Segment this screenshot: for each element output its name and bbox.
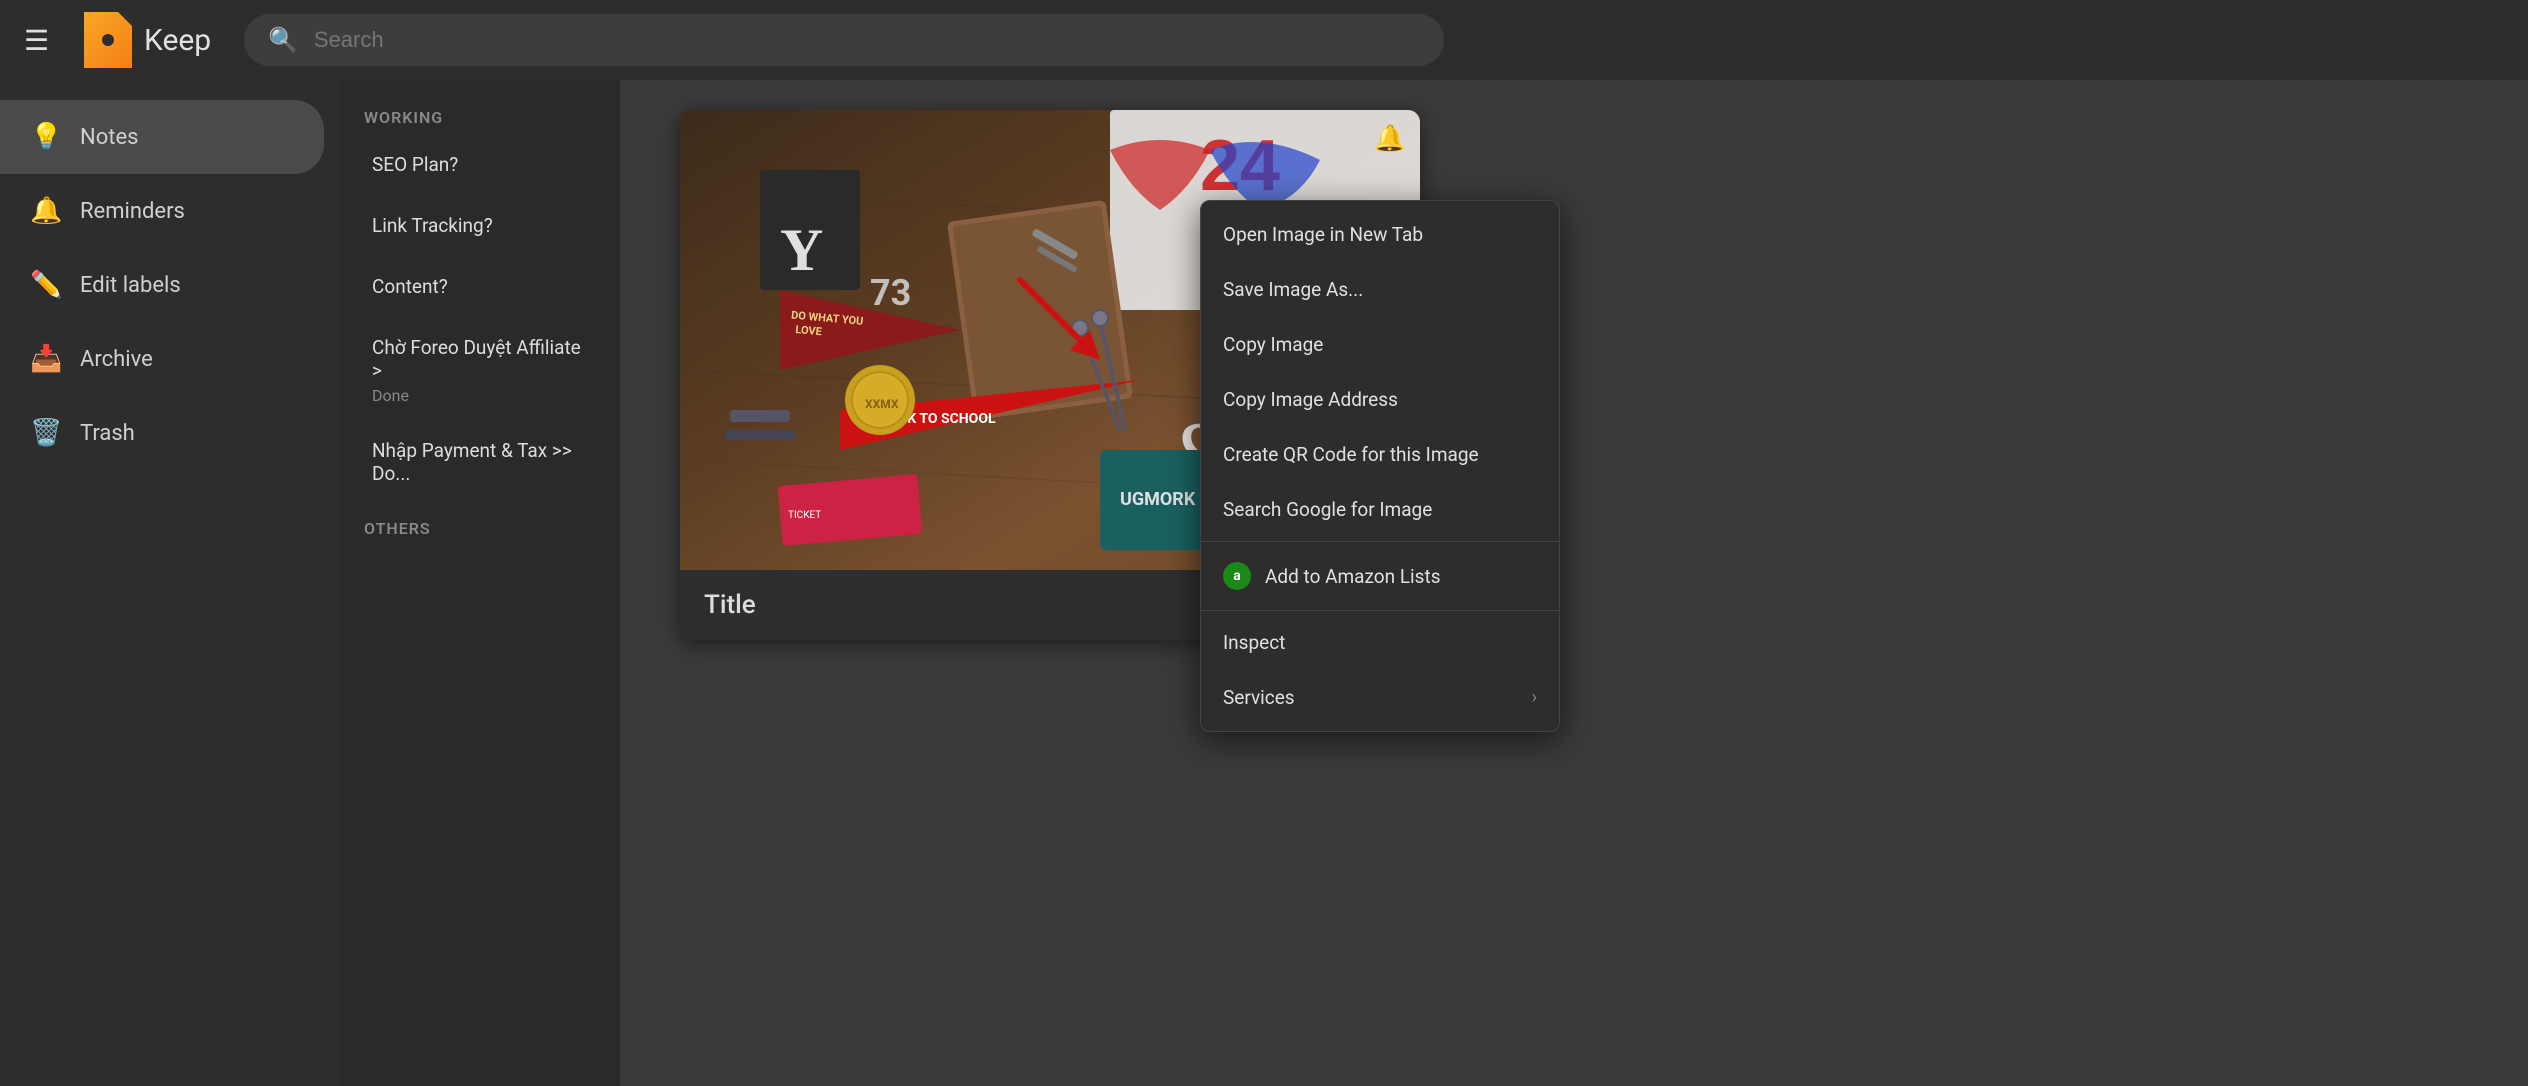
sidebar-item-notes[interactable]: 💡 Notes bbox=[0, 100, 324, 174]
open-new-tab-label: Open Image in New Tab bbox=[1223, 223, 1423, 246]
note-item-title: SEO Plan? bbox=[372, 153, 588, 176]
sidebar: 💡 Notes 🔔 Reminders ✏️ Edit labels 📥 Arc… bbox=[0, 80, 340, 1086]
section-working: Working bbox=[340, 96, 620, 135]
context-menu-inspect[interactable]: Inspect bbox=[1201, 615, 1559, 670]
amazon-icon: a bbox=[1223, 562, 1251, 590]
context-menu: Open Image in New Tab Save Image As... C… bbox=[1200, 200, 1560, 732]
sidebar-label-archive: Archive bbox=[80, 347, 153, 372]
sidebar-item-edit-labels[interactable]: ✏️ Edit labels bbox=[0, 248, 324, 322]
search-input[interactable] bbox=[314, 27, 1420, 53]
sidebar-item-archive[interactable]: 📥 Archive bbox=[0, 322, 324, 396]
context-menu-create-qr[interactable]: Create QR Code for this Image bbox=[1201, 427, 1559, 482]
list-item[interactable]: SEO Plan? bbox=[348, 137, 612, 196]
search-icon: 🔍 bbox=[268, 26, 298, 54]
services-arrow-icon: › bbox=[1532, 687, 1537, 708]
copy-image-address-label: Copy Image Address bbox=[1223, 388, 1398, 411]
note-item-title: Link Tracking? bbox=[372, 214, 588, 237]
sidebar-label-edit-labels: Edit labels bbox=[80, 273, 181, 298]
svg-text:XXMX: XXMX bbox=[865, 397, 899, 411]
list-item[interactable]: Nhập Payment & Tax >> Do... bbox=[348, 423, 612, 505]
hamburger-icon[interactable]: ☰ bbox=[24, 24, 64, 57]
svg-text:UGMORK: UGMORK bbox=[1120, 489, 1196, 510]
context-menu-separator-2 bbox=[1201, 610, 1559, 611]
context-menu-add-amazon[interactable]: a Add to Amazon Lists bbox=[1201, 546, 1559, 606]
list-item[interactable]: Link Tracking? bbox=[348, 198, 612, 257]
create-qr-label: Create QR Code for this Image bbox=[1223, 443, 1479, 466]
svg-text:LOVE: LOVE bbox=[795, 323, 822, 338]
context-menu-copy-image[interactable]: Copy Image bbox=[1201, 317, 1559, 372]
note-item-snippet: Done bbox=[372, 386, 588, 405]
bell-button[interactable]: 🔔 bbox=[1374, 124, 1406, 154]
sidebar-item-reminders[interactable]: 🔔 Reminders bbox=[0, 174, 324, 248]
svg-text:Y: Y bbox=[780, 217, 823, 283]
keep-logo-icon bbox=[84, 12, 132, 68]
save-image-as-label: Save Image As... bbox=[1223, 278, 1363, 301]
services-label: Services bbox=[1223, 686, 1295, 709]
context-menu-services[interactable]: Services › bbox=[1201, 670, 1559, 725]
app-title: Keep bbox=[144, 23, 211, 58]
section-others: Others bbox=[340, 507, 620, 546]
sidebar-label-reminders: Reminders bbox=[80, 199, 185, 224]
notes-panel: Working SEO Plan? Link Tracking? Content… bbox=[340, 80, 620, 1086]
app-logo: Keep bbox=[84, 12, 224, 68]
note-item-title: Nhập Payment & Tax >> Do... bbox=[372, 439, 588, 485]
svg-text:TICKET: TICKET bbox=[788, 510, 821, 521]
archive-icon: 📥 bbox=[30, 344, 60, 374]
search-bar[interactable]: 🔍 bbox=[244, 14, 1444, 66]
context-menu-search-google[interactable]: Search Google for Image bbox=[1201, 482, 1559, 537]
edit-labels-icon: ✏️ bbox=[30, 270, 60, 300]
svg-text:73: 73 bbox=[870, 272, 911, 314]
add-amazon-label: Add to Amazon Lists bbox=[1265, 565, 1441, 588]
context-menu-separator-1 bbox=[1201, 541, 1559, 542]
list-item[interactable]: Chờ Foreo Duyệt Affiliate > Done bbox=[348, 320, 612, 421]
sidebar-label-trash: Trash bbox=[80, 421, 135, 446]
notes-icon: 💡 bbox=[30, 122, 60, 152]
copy-image-label: Copy Image bbox=[1223, 333, 1323, 356]
note-content-area: 🔔 bbox=[620, 80, 2528, 1086]
context-menu-save-image-as[interactable]: Save Image As... bbox=[1201, 262, 1559, 317]
sidebar-label-notes: Notes bbox=[80, 125, 138, 150]
logo-dot bbox=[102, 34, 114, 46]
list-item[interactable]: Content? bbox=[348, 259, 612, 318]
search-google-label: Search Google for Image bbox=[1223, 498, 1432, 521]
trash-icon: 🗑️ bbox=[30, 418, 60, 448]
note-item-title: Chờ Foreo Duyệt Affiliate > bbox=[372, 336, 588, 382]
context-menu-open-new-tab[interactable]: Open Image in New Tab bbox=[1201, 207, 1559, 262]
context-menu-copy-image-address[interactable]: Copy Image Address bbox=[1201, 372, 1559, 427]
note-item-title: Content? bbox=[372, 275, 588, 298]
sidebar-item-trash[interactable]: 🗑️ Trash bbox=[0, 396, 324, 470]
header: ☰ Keep 🔍 bbox=[0, 0, 2528, 80]
reminders-icon: 🔔 bbox=[30, 196, 60, 226]
inspect-label: Inspect bbox=[1223, 631, 1285, 654]
